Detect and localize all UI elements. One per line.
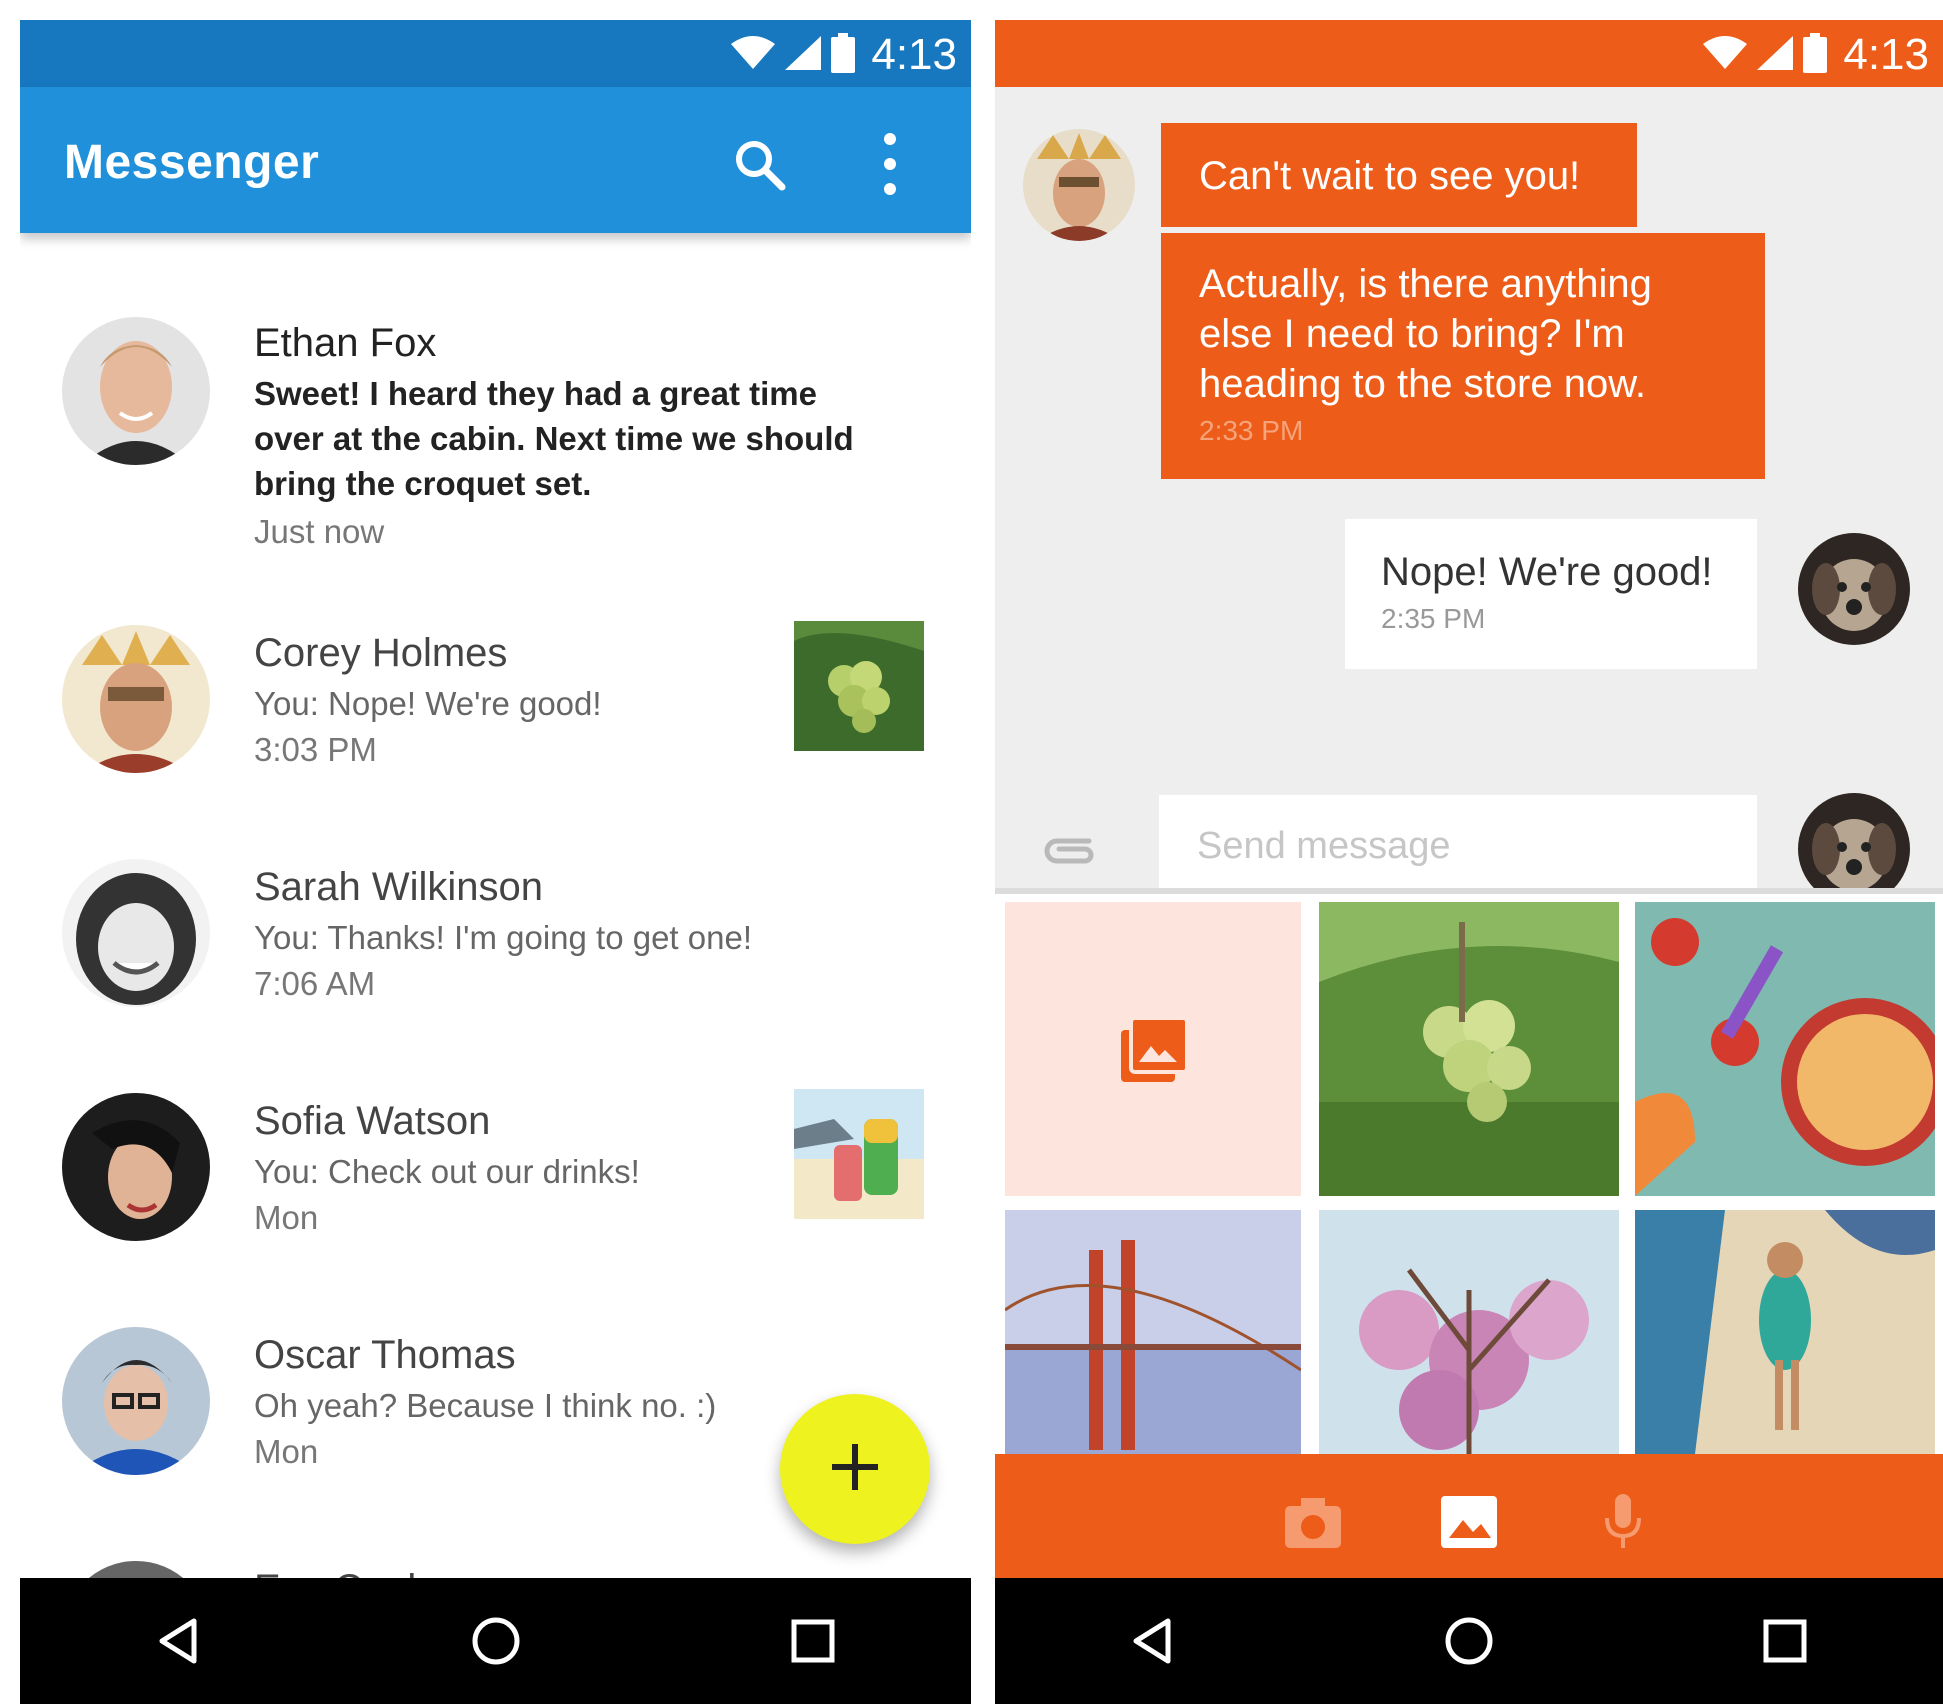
message-snippet: You: Thanks! I'm going to get one!	[254, 919, 752, 956]
attachment-icon[interactable]	[1041, 829, 1097, 869]
message-time: 2:35 PM	[1381, 603, 1486, 634]
camera-icon[interactable]	[1283, 1494, 1343, 1550]
app-title: Messenger	[64, 136, 320, 189]
signal-icon	[1757, 35, 1794, 75]
message-bubble-outgoing[interactable]: Can't wait to see you!	[1161, 123, 1637, 227]
status-time: 4:13	[1843, 30, 1929, 79]
message-time: Mon	[254, 1199, 319, 1236]
mic-icon[interactable]	[1593, 1494, 1653, 1550]
new-conversation-button[interactable]	[780, 1394, 930, 1544]
image-icon[interactable]	[1439, 1494, 1499, 1550]
search-icon[interactable]	[732, 137, 788, 193]
battery-icon	[831, 32, 856, 78]
contact-name: Oscar Thomas	[254, 1333, 516, 1377]
conversation-item-sarah-wilkinson[interactable]: Sarah Wilkinson You: Thanks! I'm going t…	[20, 845, 971, 1065]
message-input[interactable]: Send message	[1159, 795, 1757, 903]
status-bar: 4:13	[995, 20, 1943, 87]
wifi-icon	[731, 35, 776, 75]
status-time: 4:13	[871, 30, 957, 79]
message-snippet: Sweet! I heard they had a great time ove…	[254, 375, 854, 502]
photo-picker	[995, 894, 1943, 1454]
system-nav-bar	[20, 1578, 971, 1704]
message-time: 3:03 PM	[254, 731, 377, 768]
message-time: 7:06 AM	[254, 965, 376, 1002]
conversation-screen: 4:13 Can't wait to see you! Actually, is…	[995, 20, 1943, 1704]
battery-icon	[1803, 32, 1828, 78]
recents-icon[interactable]	[778, 1606, 848, 1676]
avatar	[62, 1327, 210, 1475]
conversation-item-sofia-watson[interactable]: Sofia Watson You: Check out our drinks! …	[20, 1079, 971, 1299]
message-text: Can't wait to see you!	[1199, 154, 1581, 198]
back-icon[interactable]	[1118, 1606, 1188, 1676]
blossom-photo[interactable]	[1319, 1210, 1619, 1454]
back-icon[interactable]	[144, 1606, 214, 1676]
home-icon[interactable]	[461, 1606, 531, 1676]
message-text: Nope! We're good!	[1381, 550, 1713, 594]
gallery-picker-icon	[1121, 1016, 1189, 1087]
conversation-item-corey-holmes[interactable]: Corey Holmes You: Nope! We're good! 3:03…	[20, 613, 971, 833]
signal-icon	[785, 35, 822, 75]
message-time: 2:33 PM	[1199, 415, 1304, 446]
avatar	[62, 1093, 210, 1241]
message-time: Mon	[254, 1433, 319, 1470]
grapes-photo-thumbnail[interactable]	[794, 621, 924, 751]
self-avatar	[1798, 533, 1910, 645]
drinks-photo-thumbnail[interactable]	[794, 1089, 924, 1219]
contact-name: Sofia Watson	[254, 1099, 491, 1143]
conversation-item-ethan-fox[interactable]: Ethan Fox Sweet! I heard they had a grea…	[20, 233, 971, 550]
status-bar: 4:13	[20, 20, 971, 87]
avatar	[62, 317, 210, 465]
app-bar: Messenger	[20, 87, 971, 233]
contact-name: Ethan Fox	[254, 321, 437, 365]
wifi-icon	[1703, 35, 1748, 75]
recents-icon[interactable]	[1750, 1606, 1820, 1676]
message-text: Actually, is there anything else I need …	[1199, 262, 1652, 406]
message-bubble-outgoing[interactable]: Actually, is there anything else I need …	[1161, 233, 1765, 479]
contact-name: Sarah Wilkinson	[254, 865, 544, 909]
gallery-picker-tile[interactable]	[1005, 902, 1301, 1196]
add-icon	[830, 1442, 880, 1497]
more-vert-icon[interactable]	[880, 129, 900, 199]
fruit-picnic-photo[interactable]	[1635, 902, 1935, 1196]
system-nav-bar	[995, 1578, 1943, 1704]
message-input-placeholder: Send message	[1197, 825, 1451, 867]
home-icon[interactable]	[1434, 1606, 1504, 1676]
media-bar	[995, 1454, 1943, 1578]
beach-walk-photo[interactable]	[1635, 1210, 1935, 1454]
golden-gate-bridge-photo[interactable]	[1005, 1210, 1301, 1454]
contact-name: Corey Holmes	[254, 631, 508, 675]
avatar	[62, 625, 210, 773]
message-thread: Can't wait to see you! Actually, is ther…	[995, 87, 1943, 905]
messenger-list-screen: 4:13 Messenger Ethan Fox Sweet! I heard …	[20, 20, 971, 1704]
message-bubble-incoming[interactable]: Nope! We're good! 2:35 PM	[1345, 519, 1757, 669]
message-time: Just now	[254, 513, 385, 550]
grapes-photo[interactable]	[1319, 902, 1619, 1196]
contact-avatar	[1023, 129, 1135, 241]
avatar	[62, 859, 210, 1007]
